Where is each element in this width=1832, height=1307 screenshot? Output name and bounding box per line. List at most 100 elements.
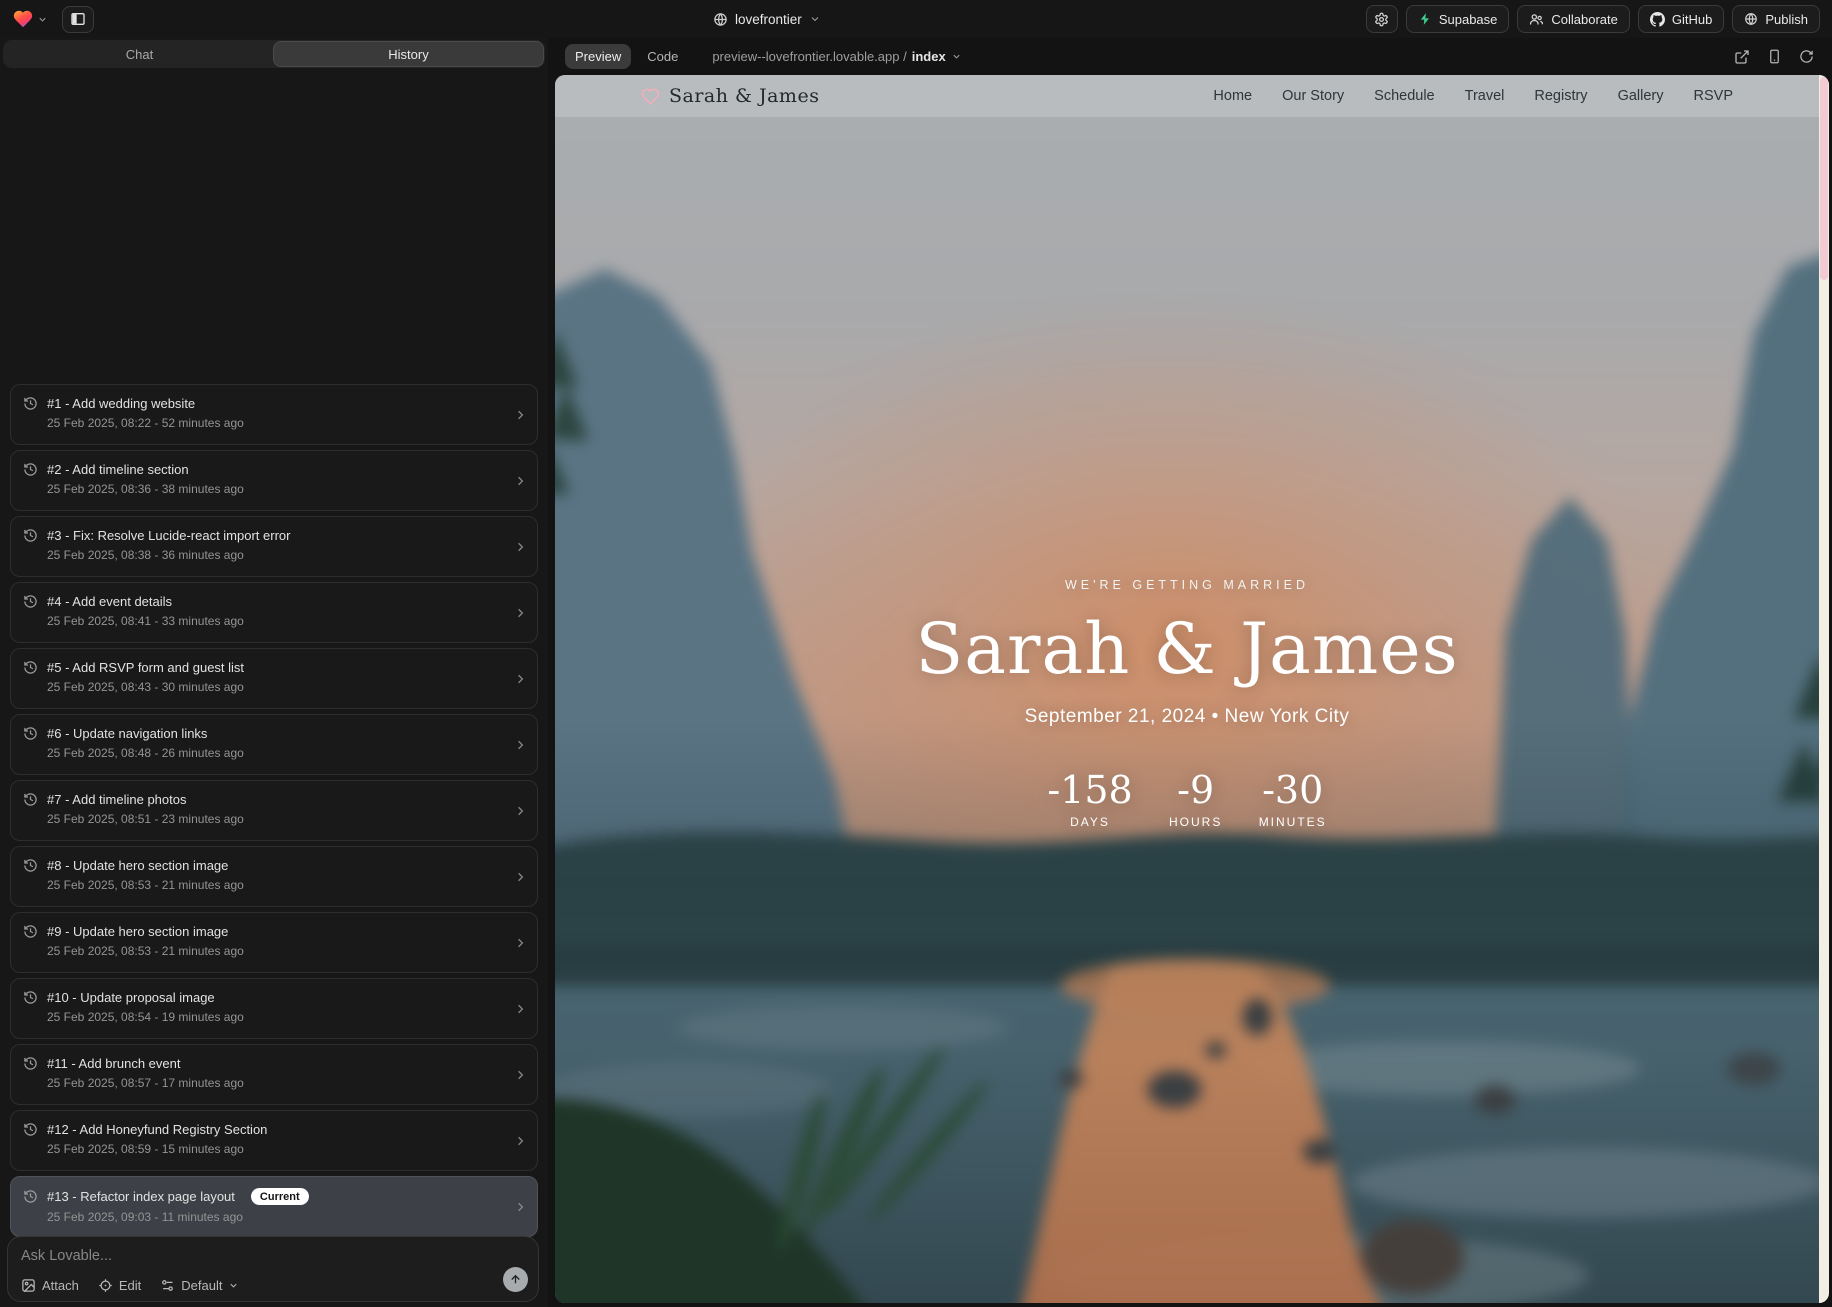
- site-nav-link[interactable]: Gallery: [1618, 88, 1664, 104]
- history-item-timestamp: 25 Feb 2025, 08:51 - 23 minutes ago: [47, 812, 503, 826]
- tab-history[interactable]: History: [274, 42, 543, 66]
- chevron-right-icon[interactable]: [513, 803, 528, 818]
- external-link-icon: [1734, 49, 1750, 65]
- chevron-down-icon: [951, 51, 962, 62]
- current-badge: Current: [251, 1188, 309, 1205]
- history-item-timestamp: 25 Feb 2025, 08:57 - 17 minutes ago: [47, 1076, 503, 1090]
- preview-scrollbar-thumb[interactable]: [1820, 77, 1828, 280]
- chevron-right-icon[interactable]: [513, 737, 528, 752]
- history-item-timestamp: 25 Feb 2025, 08:48 - 26 minutes ago: [47, 746, 503, 760]
- publish-button[interactable]: Publish: [1732, 5, 1820, 33]
- chevron-right-icon[interactable]: [513, 539, 528, 554]
- chevron-right-icon[interactable]: [513, 1199, 528, 1214]
- preview-pane: Preview Code preview--lovefrontier.lovab…: [553, 38, 1832, 1307]
- site-nav-link[interactable]: Travel: [1465, 88, 1505, 104]
- prompt-input[interactable]: [21, 1248, 399, 1264]
- history-icon: [23, 924, 38, 939]
- sidebar-toggle-button[interactable]: [62, 6, 94, 33]
- chevron-right-icon[interactable]: [513, 1001, 528, 1016]
- history-item[interactable]: #2 - Add timeline section 25 Feb 2025, 0…: [10, 450, 538, 511]
- lovable-logo-menu[interactable]: [12, 8, 48, 30]
- chevron-right-icon[interactable]: [513, 671, 528, 686]
- history-item[interactable]: #9 - Update hero section image 25 Feb 20…: [10, 912, 538, 973]
- mobile-view-button[interactable]: [1767, 49, 1782, 64]
- top-bar: lovefrontier Supabase Collaborate: [0, 0, 1832, 38]
- history-item[interactable]: #1 - Add wedding website 25 Feb 2025, 08…: [10, 384, 538, 445]
- chevron-right-icon[interactable]: [513, 605, 528, 620]
- history-icon: [23, 858, 38, 873]
- history-item[interactable]: #6 - Update navigation links 25 Feb 2025…: [10, 714, 538, 775]
- chevron-right-icon[interactable]: [513, 1133, 528, 1148]
- tab-chat[interactable]: Chat: [5, 42, 274, 66]
- history-item-title: #12 - Add Honeyfund Registry Section: [47, 1122, 267, 1137]
- site-header: Sarah & James Home Our Story Schedule Trave…: [555, 75, 1819, 117]
- crosshair-icon: [98, 1278, 113, 1293]
- countdown-unit: -30 MINUTES: [1259, 768, 1327, 829]
- site-nav-link[interactable]: RSVP: [1694, 88, 1734, 104]
- hero-date-location: September 21, 2024 • New York City: [555, 706, 1819, 728]
- open-in-new-tab-button[interactable]: [1734, 49, 1750, 65]
- history-item[interactable]: #12 - Add Honeyfund Registry Section 25 …: [10, 1110, 538, 1171]
- history-item-timestamp: 25 Feb 2025, 08:53 - 21 minutes ago: [47, 944, 503, 958]
- settings-button[interactable]: [1366, 5, 1398, 33]
- chevron-right-icon[interactable]: [513, 1067, 528, 1082]
- site-logo[interactable]: Sarah & James: [641, 85, 819, 107]
- history-icon: [23, 1056, 38, 1071]
- history-item-title: #6 - Update navigation links: [47, 726, 207, 741]
- preview-page: index: [912, 49, 946, 64]
- preview-url-selector[interactable]: preview--lovefrontier.lovable.app / inde…: [712, 49, 961, 64]
- refresh-button[interactable]: [1799, 49, 1814, 64]
- countdown-label: DAYS: [1047, 815, 1132, 829]
- chevron-right-icon[interactable]: [513, 869, 528, 884]
- history-item[interactable]: #13 - Refactor index page layout Current…: [10, 1176, 538, 1237]
- history-item-title: #2 - Add timeline section: [47, 462, 189, 477]
- edit-mode-button[interactable]: Edit: [98, 1278, 141, 1293]
- history-item-timestamp: 25 Feb 2025, 08:38 - 36 minutes ago: [47, 548, 503, 562]
- preview-scrollbar[interactable]: [1819, 75, 1829, 1303]
- history-item[interactable]: #10 - Update proposal image 25 Feb 2025,…: [10, 978, 538, 1039]
- project-switcher[interactable]: lovefrontier: [713, 0, 821, 38]
- site-nav-link[interactable]: Registry: [1534, 88, 1587, 104]
- site-nav: Home Our Story Schedule Travel Registry Galle…: [1213, 88, 1733, 104]
- site-nav-link[interactable]: Our Story: [1282, 88, 1344, 104]
- countdown-value: -30: [1259, 768, 1327, 812]
- tab-preview[interactable]: Preview: [565, 44, 631, 69]
- hero-section: WE'RE GETTING MARRIED Sarah & James Sept…: [555, 578, 1819, 829]
- history-item-title: #9 - Update hero section image: [47, 924, 228, 939]
- chevron-down-icon: [228, 1280, 239, 1291]
- history-icon: [23, 792, 38, 807]
- chevron-down-icon: [809, 13, 821, 25]
- history-item-title: #4 - Add event details: [47, 594, 172, 609]
- countdown: -158 DAYS -9 HOURS -30 MINUTES: [555, 768, 1819, 829]
- model-selector[interactable]: Default: [160, 1278, 239, 1293]
- chevron-right-icon[interactable]: [513, 473, 528, 488]
- history-item[interactable]: #8 - Update hero section image 25 Feb 20…: [10, 846, 538, 907]
- send-button[interactable]: [503, 1267, 528, 1292]
- tab-code[interactable]: Code: [637, 44, 688, 69]
- history-item-timestamp: 25 Feb 2025, 08:43 - 30 minutes ago: [47, 680, 503, 694]
- chevron-right-icon[interactable]: [513, 935, 528, 950]
- countdown-unit: -158 DAYS: [1047, 768, 1132, 829]
- github-icon: [1650, 12, 1665, 27]
- history-item-timestamp: 25 Feb 2025, 08:41 - 33 minutes ago: [47, 614, 503, 628]
- arrow-up-icon: [509, 1273, 522, 1286]
- preview-url: preview--lovefrontier.lovable.app /: [712, 49, 906, 64]
- history-item[interactable]: #4 - Add event details 25 Feb 2025, 08:4…: [10, 582, 538, 643]
- history-item[interactable]: #3 - Fix: Resolve Lucide-react import er…: [10, 516, 538, 577]
- chevron-right-icon[interactable]: [513, 407, 528, 422]
- supabase-button[interactable]: Supabase: [1406, 5, 1510, 33]
- site-nav-link[interactable]: Schedule: [1374, 88, 1434, 104]
- history-icon: [23, 1122, 38, 1137]
- refresh-icon: [1799, 49, 1814, 64]
- collaborate-button[interactable]: Collaborate: [1517, 5, 1630, 33]
- countdown-value: -158: [1047, 768, 1132, 812]
- github-button[interactable]: GitHub: [1638, 5, 1724, 33]
- history-item[interactable]: #7 - Add timeline photos 25 Feb 2025, 08…: [10, 780, 538, 841]
- history-icon: [23, 726, 38, 741]
- site-preview: Sarah & James Home Our Story Schedule Trave…: [555, 75, 1829, 1303]
- attach-button[interactable]: Attach: [21, 1278, 79, 1293]
- history-item[interactable]: #5 - Add RSVP form and guest list 25 Feb…: [10, 648, 538, 709]
- history-item[interactable]: #11 - Add brunch event 25 Feb 2025, 08:5…: [10, 1044, 538, 1105]
- supabase-bolt-icon: [1418, 12, 1432, 26]
- site-nav-link[interactable]: Home: [1213, 88, 1252, 104]
